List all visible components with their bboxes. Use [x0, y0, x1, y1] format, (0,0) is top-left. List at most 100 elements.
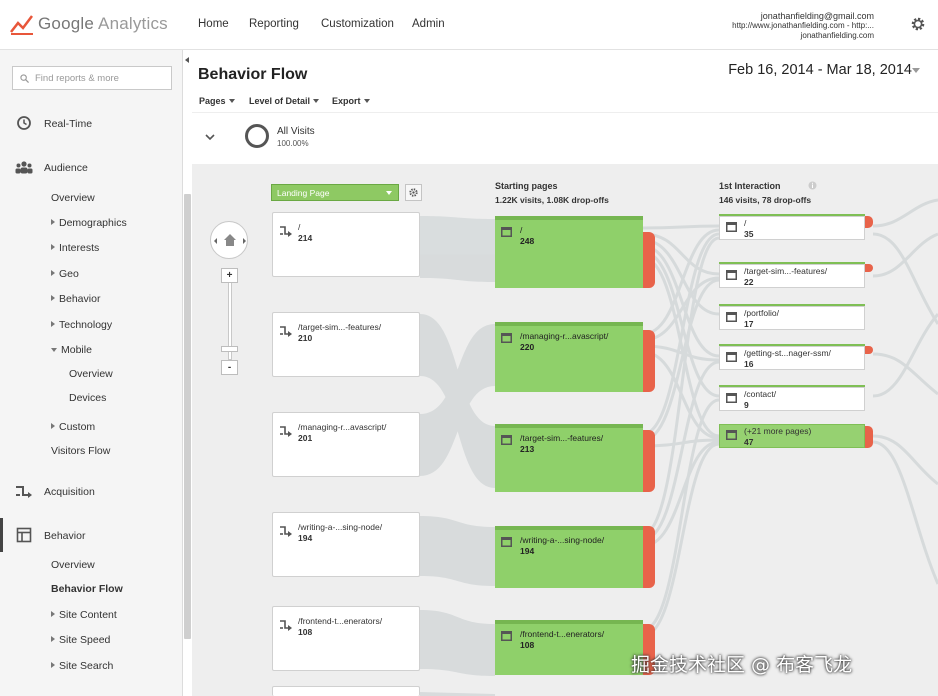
expand-arrow-icon — [51, 244, 55, 250]
starting-page-name: / — [520, 225, 523, 235]
dropoff-bar[interactable] — [643, 330, 655, 392]
sidebar-item-visitors-flow[interactable]: Visitors Flow — [51, 445, 110, 457]
dimension-settings-gear-icon[interactable] — [405, 184, 422, 201]
starting-page-node[interactable]: /frontend-t...enerators/ 108 — [495, 620, 643, 675]
starting-page-node[interactable]: /target-sim...-features/ 213 — [495, 424, 643, 492]
interaction-node[interactable]: /target-sim...-features/ 22 — [719, 264, 865, 288]
dropoff-bar[interactable] — [643, 232, 655, 288]
interaction-page-count: 22 — [744, 277, 754, 287]
zoom-slider-thumb[interactable] — [221, 346, 238, 352]
date-dropdown-caret-icon[interactable] — [912, 68, 920, 73]
dropoff-bar[interactable] — [865, 264, 873, 272]
interaction-node[interactable]: /getting-st...nager-ssm/ 16 — [719, 346, 865, 370]
interaction-node[interactable]: / 35 — [719, 216, 865, 240]
entry-arrow-icon — [280, 620, 292, 631]
landing-page-node-partial[interactable] — [272, 686, 420, 696]
entry-arrow-icon — [280, 326, 292, 337]
starting-page-node[interactable]: /writing-a-...sing-node/ 194 — [495, 526, 643, 588]
starting-page-count: 194 — [520, 546, 535, 556]
page-icon — [726, 222, 737, 232]
expand-arrow-icon — [51, 270, 55, 276]
page-icon — [501, 631, 512, 641]
level-of-detail-dropdown[interactable]: Level of Detail — [249, 96, 320, 106]
home-icon — [214, 234, 246, 246]
logo-google-text: Google — [38, 14, 95, 33]
chevron-down-icon[interactable] — [205, 133, 215, 141]
info-icon[interactable] — [808, 181, 817, 190]
interaction-node[interactable]: /contact/ 9 — [719, 387, 865, 411]
starting-page-count: 248 — [520, 236, 535, 246]
entry-arrow-icon — [280, 426, 292, 437]
first-interaction-title: 1st Interaction — [719, 181, 781, 191]
sidebar-item-audience-overview[interactable]: Overview — [51, 192, 95, 204]
sidebar-item-technology[interactable]: Technology — [51, 319, 112, 331]
date-range-picker[interactable]: Feb 16, 2014 - Mar 18, 2014 — [728, 62, 912, 78]
sidebar-item-behavior[interactable]: Behavior — [44, 530, 85, 542]
collapse-sidebar-icon[interactable] — [183, 50, 192, 70]
top-bar: Google Analytics Home Reporting Customiz… — [0, 0, 938, 50]
audience-people-icon — [15, 161, 33, 174]
sidebar-item-mobile-overview[interactable]: Overview — [69, 368, 113, 380]
interaction-node[interactable]: /portfolio/ 17 — [719, 306, 865, 330]
dropoff-bar[interactable] — [643, 430, 655, 492]
active-section-indicator — [0, 518, 3, 552]
sidebar-item-audience[interactable]: Audience — [44, 162, 88, 174]
caret-down-icon — [363, 99, 370, 103]
zoom-pan-control[interactable] — [210, 221, 248, 259]
interaction-node-more[interactable]: (+21 more pages) 47 — [719, 424, 865, 448]
sidebar-item-site-content[interactable]: Site Content — [51, 609, 117, 621]
landing-page-node[interactable]: /target-sim...-features/ 210 — [272, 312, 420, 377]
sidebar-scrollbar[interactable] — [184, 194, 191, 639]
expand-arrow-icon — [51, 321, 55, 327]
nav-reporting[interactable]: Reporting — [249, 18, 299, 30]
dimension-selector[interactable]: Landing Page — [271, 184, 399, 201]
landing-page-node[interactable]: / 214 — [272, 212, 420, 277]
account-selector[interactable]: jonathanfielding@gmail.com http://www.jo… — [732, 11, 874, 41]
starting-page-node[interactable]: /managing-r...avascript/ 220 — [495, 322, 643, 392]
caret-down-icon — [386, 191, 392, 195]
behavior-flow-canvas[interactable]: Landing Page Starting pages 1.22K visits… — [192, 164, 938, 696]
pages-dropdown[interactable]: Pages — [199, 96, 235, 106]
sidebar-item-site-search[interactable]: Site Search — [51, 660, 113, 672]
nav-customization[interactable]: Customization — [321, 18, 394, 30]
sidebar-item-mobile[interactable]: Mobile — [51, 344, 92, 356]
sidebar-item-realtime[interactable]: Real-Time — [44, 118, 92, 130]
segment-row: All Visits 100.00% — [192, 112, 938, 164]
sidebar-item-behavior-overview[interactable]: Overview — [51, 559, 95, 571]
sidebar-item-acquisition[interactable]: Acquisition — [44, 486, 95, 498]
starting-page-name: /frontend-t...enerators/ — [520, 629, 605, 639]
starting-page-count: 213 — [520, 444, 535, 454]
google-analytics-logo[interactable]: Google Analytics — [10, 12, 168, 36]
page-icon — [501, 227, 512, 237]
sidebar-item-behavior-flow[interactable]: Behavior Flow — [51, 583, 123, 595]
dropoff-bar[interactable] — [865, 216, 873, 228]
export-dropdown[interactable]: Export — [332, 96, 370, 106]
dropoff-bar[interactable] — [865, 426, 873, 448]
sidebar-item-audience-behavior[interactable]: Behavior — [51, 293, 100, 305]
segment-percent: 100.00% — [277, 139, 309, 148]
landing-page-node[interactable]: /writing-a-...sing-node/ 194 — [272, 512, 420, 577]
nav-admin[interactable]: Admin — [412, 18, 445, 30]
sidebar-item-devices[interactable]: Devices — [69, 392, 106, 404]
sidebar-item-site-speed[interactable]: Site Speed — [51, 634, 110, 646]
landing-page-count: 214 — [298, 233, 313, 243]
analytics-logo-icon — [10, 12, 34, 36]
zoom-in-button[interactable]: + — [221, 268, 238, 283]
sidebar-item-demographics[interactable]: Demographics — [51, 217, 127, 229]
landing-page-node[interactable]: /managing-r...avascript/ 201 — [272, 412, 420, 477]
dropoff-bar[interactable] — [643, 526, 655, 588]
search-input[interactable]: Find reports & more — [12, 66, 172, 90]
dropoff-bar[interactable] — [865, 346, 873, 354]
interaction-page-name: (+21 more pages) — [744, 426, 812, 436]
account-profile: jonathanfielding.com — [800, 31, 874, 40]
landing-page-node[interactable]: /frontend-t...enerators/ 108 — [272, 606, 420, 671]
settings-gear-icon[interactable] — [910, 16, 926, 32]
interaction-page-count: 9 — [744, 400, 749, 410]
starting-page-node[interactable]: / 248 — [495, 216, 643, 288]
sidebar-item-geo[interactable]: Geo — [51, 268, 79, 280]
sidebar-item-interests[interactable]: Interests — [51, 242, 99, 254]
search-placeholder: Find reports & more — [35, 73, 119, 84]
nav-home[interactable]: Home — [198, 18, 229, 30]
zoom-out-button[interactable]: - — [221, 360, 238, 375]
sidebar-item-custom[interactable]: Custom — [51, 421, 95, 433]
